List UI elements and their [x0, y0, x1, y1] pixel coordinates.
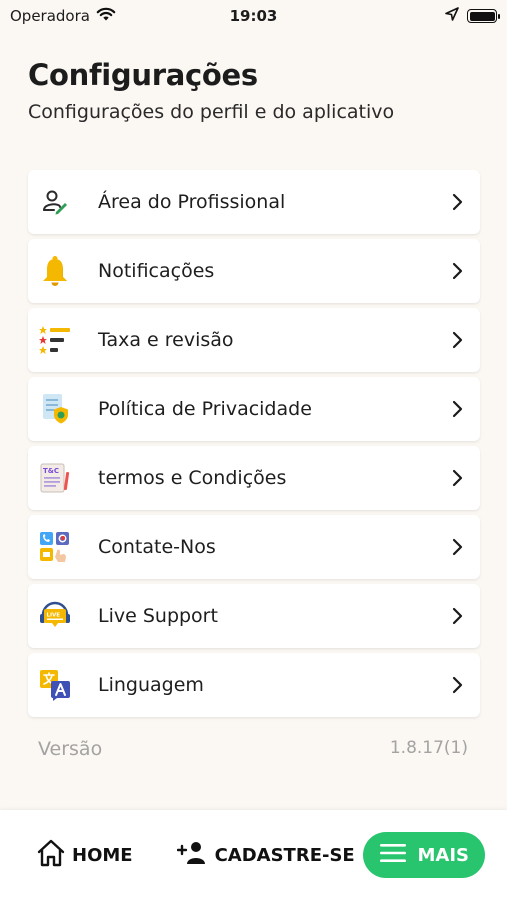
chevron-right-icon	[448, 399, 468, 419]
nav-more-label: MAIS	[417, 844, 469, 866]
privacy-policy-icon	[38, 392, 72, 426]
menu-item-label: Notificações	[98, 260, 215, 282]
nav-home-button[interactable]: HOME	[36, 839, 133, 872]
menu-item-label: Área do Profissional	[98, 191, 286, 213]
chevron-right-icon	[448, 330, 468, 350]
chevron-right-icon	[448, 606, 468, 626]
menu-item-label: termos e Condições	[98, 467, 287, 489]
hamburger-menu-icon	[379, 843, 407, 868]
chevron-right-icon	[448, 675, 468, 695]
menu-item-privacy-policy[interactable]: Política de Privacidade	[28, 377, 480, 441]
chevron-right-icon	[448, 537, 468, 557]
bottom-navigation: HOME CADASTRE-SE MAIS	[0, 810, 507, 900]
page-subtitle: Configurações do perfil e do aplicativo	[28, 101, 395, 123]
menu-item-terms-conditions[interactable]: T&C termos e Condições	[28, 446, 480, 510]
menu-item-live-support[interactable]: LIVE Live Support	[28, 584, 480, 648]
version-value: 1.8.17(1)	[389, 738, 468, 758]
bell-icon	[38, 254, 72, 288]
version-row: Versão 1.8.17(1)	[38, 738, 468, 760]
language-icon	[38, 668, 72, 702]
home-icon	[36, 839, 66, 872]
menu-item-label: Taxa e revisão	[98, 329, 234, 351]
add-user-icon	[176, 841, 209, 870]
contact-icon	[38, 530, 72, 564]
live-text: LIVE	[47, 613, 61, 619]
menu-item-label: Live Support	[98, 605, 218, 627]
rating-list-icon	[38, 323, 72, 357]
chevron-right-icon	[448, 261, 468, 281]
settings-menu: Área do Profissional Notificações Taxa e…	[28, 170, 480, 722]
menu-item-contact-us[interactable]: Contate-Nos	[28, 515, 480, 579]
nav-home-label: HOME	[72, 844, 133, 866]
nav-more-button[interactable]: MAIS	[363, 832, 485, 878]
chevron-right-icon	[448, 192, 468, 212]
live-support-icon: LIVE	[38, 599, 72, 633]
professional-area-icon	[38, 185, 72, 219]
terms-conditions-icon: T&C	[38, 461, 72, 495]
chevron-right-icon	[448, 468, 468, 488]
status-bar: Operadora 19:03	[0, 0, 507, 32]
menu-item-notifications[interactable]: Notificações	[28, 239, 480, 303]
battery-icon	[467, 9, 500, 23]
menu-item-label: Contate-Nos	[98, 536, 216, 558]
status-time: 19:03	[229, 7, 278, 25]
page-title: Configurações	[28, 58, 258, 92]
t-and-c-text: T&C	[43, 467, 59, 475]
menu-item-language[interactable]: Linguagem	[28, 653, 480, 717]
menu-item-professional-area[interactable]: Área do Profissional	[28, 170, 480, 234]
nav-register-button[interactable]: CADASTRE-SE	[176, 841, 355, 870]
version-label: Versão	[38, 738, 103, 760]
menu-item-label: Política de Privacidade	[98, 398, 312, 420]
menu-item-label: Linguagem	[98, 674, 204, 696]
nav-register-label: CADASTRE-SE	[214, 844, 355, 866]
menu-item-rating-review[interactable]: Taxa e revisão	[28, 308, 480, 372]
